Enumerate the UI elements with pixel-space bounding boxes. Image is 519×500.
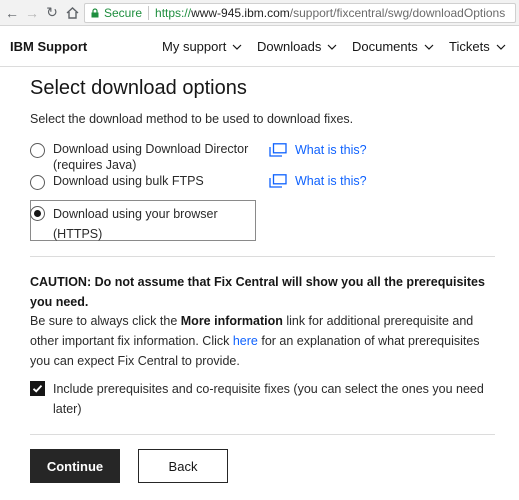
caution-text: CAUTION: Do not assume that Fix Central … [30, 275, 485, 309]
menu-label: My support [162, 39, 227, 54]
browser-toolbar: ← → ↻ Secure https://www-945.ibm.com/sup… [0, 0, 519, 26]
url-path: /support/fixcentral/swg/downloadOptions [289, 6, 506, 20]
option-label: Download using Download Director (requir… [53, 142, 249, 172]
site-header: IBM Support My support Downloads Documen… [0, 27, 519, 67]
reload-icon[interactable]: ↻ [44, 4, 60, 21]
window-stack-icon [269, 174, 287, 188]
intro-text: Select the download method to be used to… [30, 112, 354, 126]
page-title: Select download options [30, 77, 247, 99]
back-button[interactable]: Back [138, 449, 228, 483]
menu-downloads[interactable]: Downloads [257, 39, 337, 54]
lock-icon [91, 8, 99, 18]
help-link-label: What is this? [295, 174, 367, 188]
radio-download-director[interactable] [30, 143, 45, 158]
menu-label: Documents [352, 39, 418, 54]
secure-label: Secure [104, 6, 143, 20]
brand-logo-text[interactable]: IBM Support [10, 39, 87, 54]
address-bar[interactable]: Secure https://www-945.ibm.com/support/f… [84, 3, 516, 23]
home-icon[interactable] [64, 5, 80, 21]
checkmark-icon [32, 384, 43, 393]
address-divider [148, 6, 150, 20]
chevron-down-icon [496, 44, 506, 50]
menu-my-support[interactable]: My support [162, 39, 242, 54]
include-prereqs-checkbox[interactable] [30, 381, 45, 396]
option-label: Download using your browser (HTTPS) [53, 207, 218, 241]
divider [30, 434, 495, 435]
help-link-bulk-ftps[interactable]: What is this? [269, 174, 367, 188]
menu-tickets[interactable]: Tickets [449, 39, 506, 54]
here-link[interactable]: here [233, 334, 258, 348]
radio-browser-https[interactable] [30, 206, 45, 221]
option-download-director[interactable]: Download using Download Director (requir… [30, 141, 248, 173]
divider [30, 256, 495, 257]
continue-button[interactable]: Continue [30, 449, 120, 483]
url-protocol: https:// [155, 6, 192, 20]
more-info-emphasis: More information [180, 314, 283, 328]
radio-bulk-ftps[interactable] [30, 175, 45, 190]
option-browser-https[interactable]: Download using your browser (HTTPS) [30, 204, 218, 244]
option-label: Download using bulk FTPS [53, 174, 204, 188]
include-prereqs-label: Include prerequisites and co-requisite f… [53, 382, 484, 416]
menu-label: Downloads [257, 39, 322, 54]
option-bulk-ftps[interactable]: Download using bulk FTPS [30, 173, 204, 190]
chevron-down-icon [232, 44, 242, 50]
forward-arrow-icon[interactable]: → [24, 5, 40, 21]
info-paragraph: Be sure to always click the More informa… [30, 314, 480, 368]
chevron-down-icon [327, 44, 337, 50]
back-arrow-icon[interactable]: ← [4, 5, 20, 21]
menu-documents[interactable]: Documents [352, 39, 434, 54]
menu-label: Tickets [449, 39, 490, 54]
url-host: www-945.ibm.com [191, 6, 290, 20]
help-link-download-director[interactable]: What is this? [269, 143, 367, 157]
chevron-down-icon [424, 44, 434, 50]
include-prereqs-row[interactable]: Include prerequisites and co-requisite f… [30, 379, 498, 419]
help-link-label: What is this? [295, 143, 367, 157]
window-stack-icon [269, 143, 287, 157]
